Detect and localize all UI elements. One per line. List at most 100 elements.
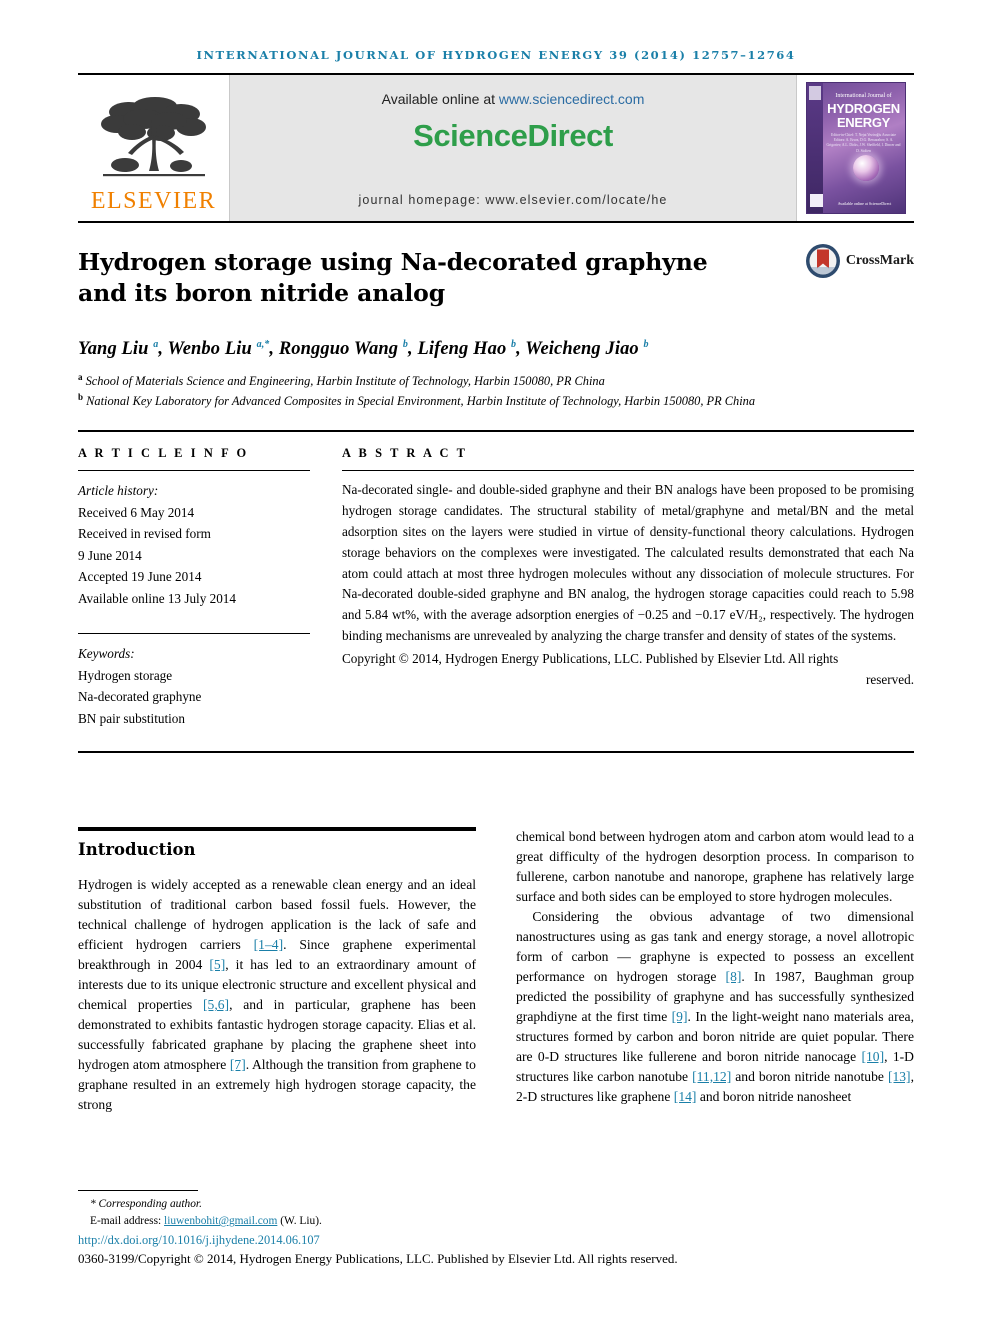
author-list: Yang Liu a, Wenbo Liu a,*, Rongguo Wang … bbox=[78, 339, 649, 360]
keyword-item[interactable]: BN pair substitution bbox=[78, 708, 310, 730]
history-item: Accepted 19 June 2014 bbox=[78, 569, 202, 585]
article-info-heading: A R T I C L E I N F O bbox=[78, 446, 249, 461]
running-head: INTERNATIONAL JOURNAL OF HYDROGEN ENERGY… bbox=[196, 48, 796, 62]
citation-link[interactable]: [8] bbox=[726, 969, 742, 984]
keyword-item[interactable]: Hydrogen storage bbox=[78, 665, 310, 687]
cover-editors: Editor-in-Chief: T. Nejat Veziroğlu Asso… bbox=[826, 133, 901, 153]
citation-link[interactable]: [13] bbox=[888, 1069, 911, 1084]
author-item: Lifeng Hao b bbox=[417, 339, 516, 359]
cover-sphere-graphic bbox=[852, 155, 879, 181]
author-name: Lifeng Hao bbox=[417, 339, 507, 360]
page-title: Hydrogen storage using Na-decorated grap… bbox=[78, 248, 708, 308]
body-column-right: chemical bond between hydrogen atom and … bbox=[516, 827, 914, 1115]
history-item: 9 June 2014 bbox=[78, 547, 142, 563]
author-affil-marker[interactable]: a,* bbox=[257, 339, 270, 350]
affiliation-marker: b bbox=[78, 392, 84, 403]
author-item: Weicheng Jiao b bbox=[525, 339, 648, 359]
abstract-heading: A B S T R A C T bbox=[342, 446, 468, 461]
cover-sciencedirect-footer: Available online at ScienceDirect bbox=[837, 200, 892, 206]
info-abstract-area: A R T I C L E I N F O Article history: R… bbox=[78, 432, 914, 729]
cover-title-line1: HYDROGEN bbox=[827, 101, 900, 116]
email-label: E-mail address: bbox=[90, 1215, 165, 1228]
author-name: Yang Liu bbox=[78, 339, 149, 360]
abstract-copyright: Copyright © 2014, Hydrogen Energy Public… bbox=[342, 649, 914, 691]
available-online-line: Available online at www.sciencedirect.co… bbox=[382, 91, 645, 107]
citation-link[interactable]: [11,12] bbox=[692, 1069, 731, 1084]
body-column-gap bbox=[476, 827, 516, 1115]
history-item: Available online 13 July 2014 bbox=[78, 590, 236, 606]
sciencedirect-logo-part2: Direct bbox=[527, 118, 613, 153]
citation-link[interactable]: [10] bbox=[861, 1049, 884, 1064]
author-item: Yang Liu a bbox=[78, 339, 158, 359]
cover-ihe-logo bbox=[809, 194, 823, 207]
article-info-column: A R T I C L E I N F O Article history: R… bbox=[78, 446, 310, 729]
paragraph: Hydrogen is widely accepted as a renewab… bbox=[78, 875, 476, 1115]
citation-link[interactable]: [1–4] bbox=[254, 937, 283, 952]
cover-elsevier-icon bbox=[808, 86, 821, 100]
author-item: Rongguo Wang b bbox=[279, 339, 408, 359]
sciencedirect-banner: Available online at www.sciencedirect.co… bbox=[230, 75, 796, 221]
journal-homepage[interactable]: journal homepage: www.elsevier.com/locat… bbox=[230, 193, 796, 207]
introduction-left-text: Hydrogen is widely accepted as a renewab… bbox=[78, 875, 476, 1115]
history-item: Received in revised form bbox=[78, 526, 211, 542]
citation-link[interactable]: [5] bbox=[209, 957, 225, 972]
page-footer: * Corresponding author. E-mail address: … bbox=[78, 1190, 914, 1267]
citation-link[interactable]: [14] bbox=[674, 1089, 697, 1104]
paper-page: INTERNATIONAL JOURNAL OF HYDROGEN ENERGY… bbox=[0, 0, 992, 1323]
citation-link[interactable]: [7] bbox=[230, 1057, 246, 1072]
crossmark-badge[interactable]: CrossMark bbox=[805, 243, 914, 279]
citation-link[interactable]: [9] bbox=[672, 1009, 688, 1024]
affiliation-marker: a bbox=[78, 372, 83, 383]
citation-link[interactable]: [5,6] bbox=[203, 997, 229, 1012]
cover-title-small: International Journal of bbox=[835, 93, 892, 99]
abstract-text: Na-decorated single- and double-sided gr… bbox=[342, 482, 914, 644]
abstract-rule bbox=[342, 470, 914, 472]
text-run: and boron nitride nanosheet bbox=[696, 1088, 852, 1104]
crossmark-label: CrossMark bbox=[845, 253, 914, 268]
article-body: Introduction Hydrogen is widely accepted… bbox=[78, 827, 914, 1115]
sciencedirect-logo[interactable]: ScienceDirect bbox=[413, 118, 613, 154]
doi-link[interactable]: http://dx.doi.org/10.1016/j.ijhydene.201… bbox=[78, 1233, 914, 1248]
elsevier-wordmark: ELSEVIER bbox=[90, 188, 217, 214]
abstract-body: Na-decorated single- and double-sided gr… bbox=[342, 480, 914, 691]
elsevier-tree-icon bbox=[100, 97, 206, 177]
journal-cover-thumbnail: International Journal of HYDROGEN ENERGY… bbox=[796, 75, 914, 221]
body-column-left: Introduction Hydrogen is widely accepted… bbox=[78, 827, 476, 1115]
journal-masthead: ELSEVIER Available online at www.science… bbox=[78, 75, 914, 223]
affiliation-item: b National Key Laboratory for Advanced C… bbox=[78, 391, 914, 411]
history-item: Received 6 May 2014 bbox=[78, 504, 195, 520]
keywords-label: Keywords: bbox=[78, 646, 135, 662]
keywords-block: Keywords: Hydrogen storage Na-decorated … bbox=[78, 643, 310, 729]
journal-cover-image: International Journal of HYDROGEN ENERGY… bbox=[805, 82, 906, 214]
keyword-item[interactable]: Na-decorated graphyne bbox=[78, 686, 310, 708]
sciencedirect-url-link[interactable]: www.sciencedirect.com bbox=[499, 91, 645, 107]
author-affil-marker[interactable]: b bbox=[403, 339, 408, 350]
author-affil-marker[interactable]: b bbox=[644, 339, 649, 350]
abstract-copyright-tail: reserved. bbox=[866, 671, 914, 687]
author-name: Wenbo Liu bbox=[167, 339, 252, 360]
introduction-rule bbox=[78, 827, 476, 832]
author-item: Wenbo Liu a,* bbox=[168, 339, 270, 359]
affiliation-text: National Key Laboratory for Advanced Com… bbox=[86, 394, 756, 409]
sciencedirect-logo-part1: Science bbox=[413, 118, 528, 153]
available-online-text: Available online at bbox=[381, 91, 499, 107]
elsevier-logo: ELSEVIER bbox=[78, 75, 230, 221]
abstract-body-divider bbox=[78, 751, 914, 754]
paragraph: Considering the obvious advantage of two… bbox=[516, 907, 914, 1107]
introduction-heading: Introduction bbox=[78, 840, 196, 860]
email-note: E-mail address: liuwenbohit@gmail.com (W… bbox=[78, 1213, 914, 1230]
paragraph: chemical bond between hydrogen atom and … bbox=[516, 829, 914, 905]
article-info-rule bbox=[78, 470, 310, 472]
footnote-rule bbox=[78, 1190, 198, 1192]
text-run: and boron nitride nanotube bbox=[731, 1068, 888, 1084]
email-suffix: (W. Liu). bbox=[277, 1215, 322, 1228]
issn-copyright: 0360-3199/Copyright © 2014, Hydrogen Ene… bbox=[78, 1251, 678, 1266]
title-block: Hydrogen storage using Na-decorated grap… bbox=[78, 223, 914, 411]
corresponding-author-note: * Corresponding author. bbox=[90, 1198, 202, 1211]
abstract-copyright-text: Copyright © 2014, Hydrogen Energy Public… bbox=[342, 651, 839, 667]
author-name: Rongguo Wang bbox=[278, 339, 399, 360]
email-link[interactable]: liuwenbohit@gmail.com bbox=[164, 1215, 277, 1227]
crossmark-icon bbox=[805, 244, 840, 278]
author-affil-marker[interactable]: a bbox=[153, 339, 158, 350]
author-affil-marker[interactable]: b bbox=[511, 339, 516, 350]
